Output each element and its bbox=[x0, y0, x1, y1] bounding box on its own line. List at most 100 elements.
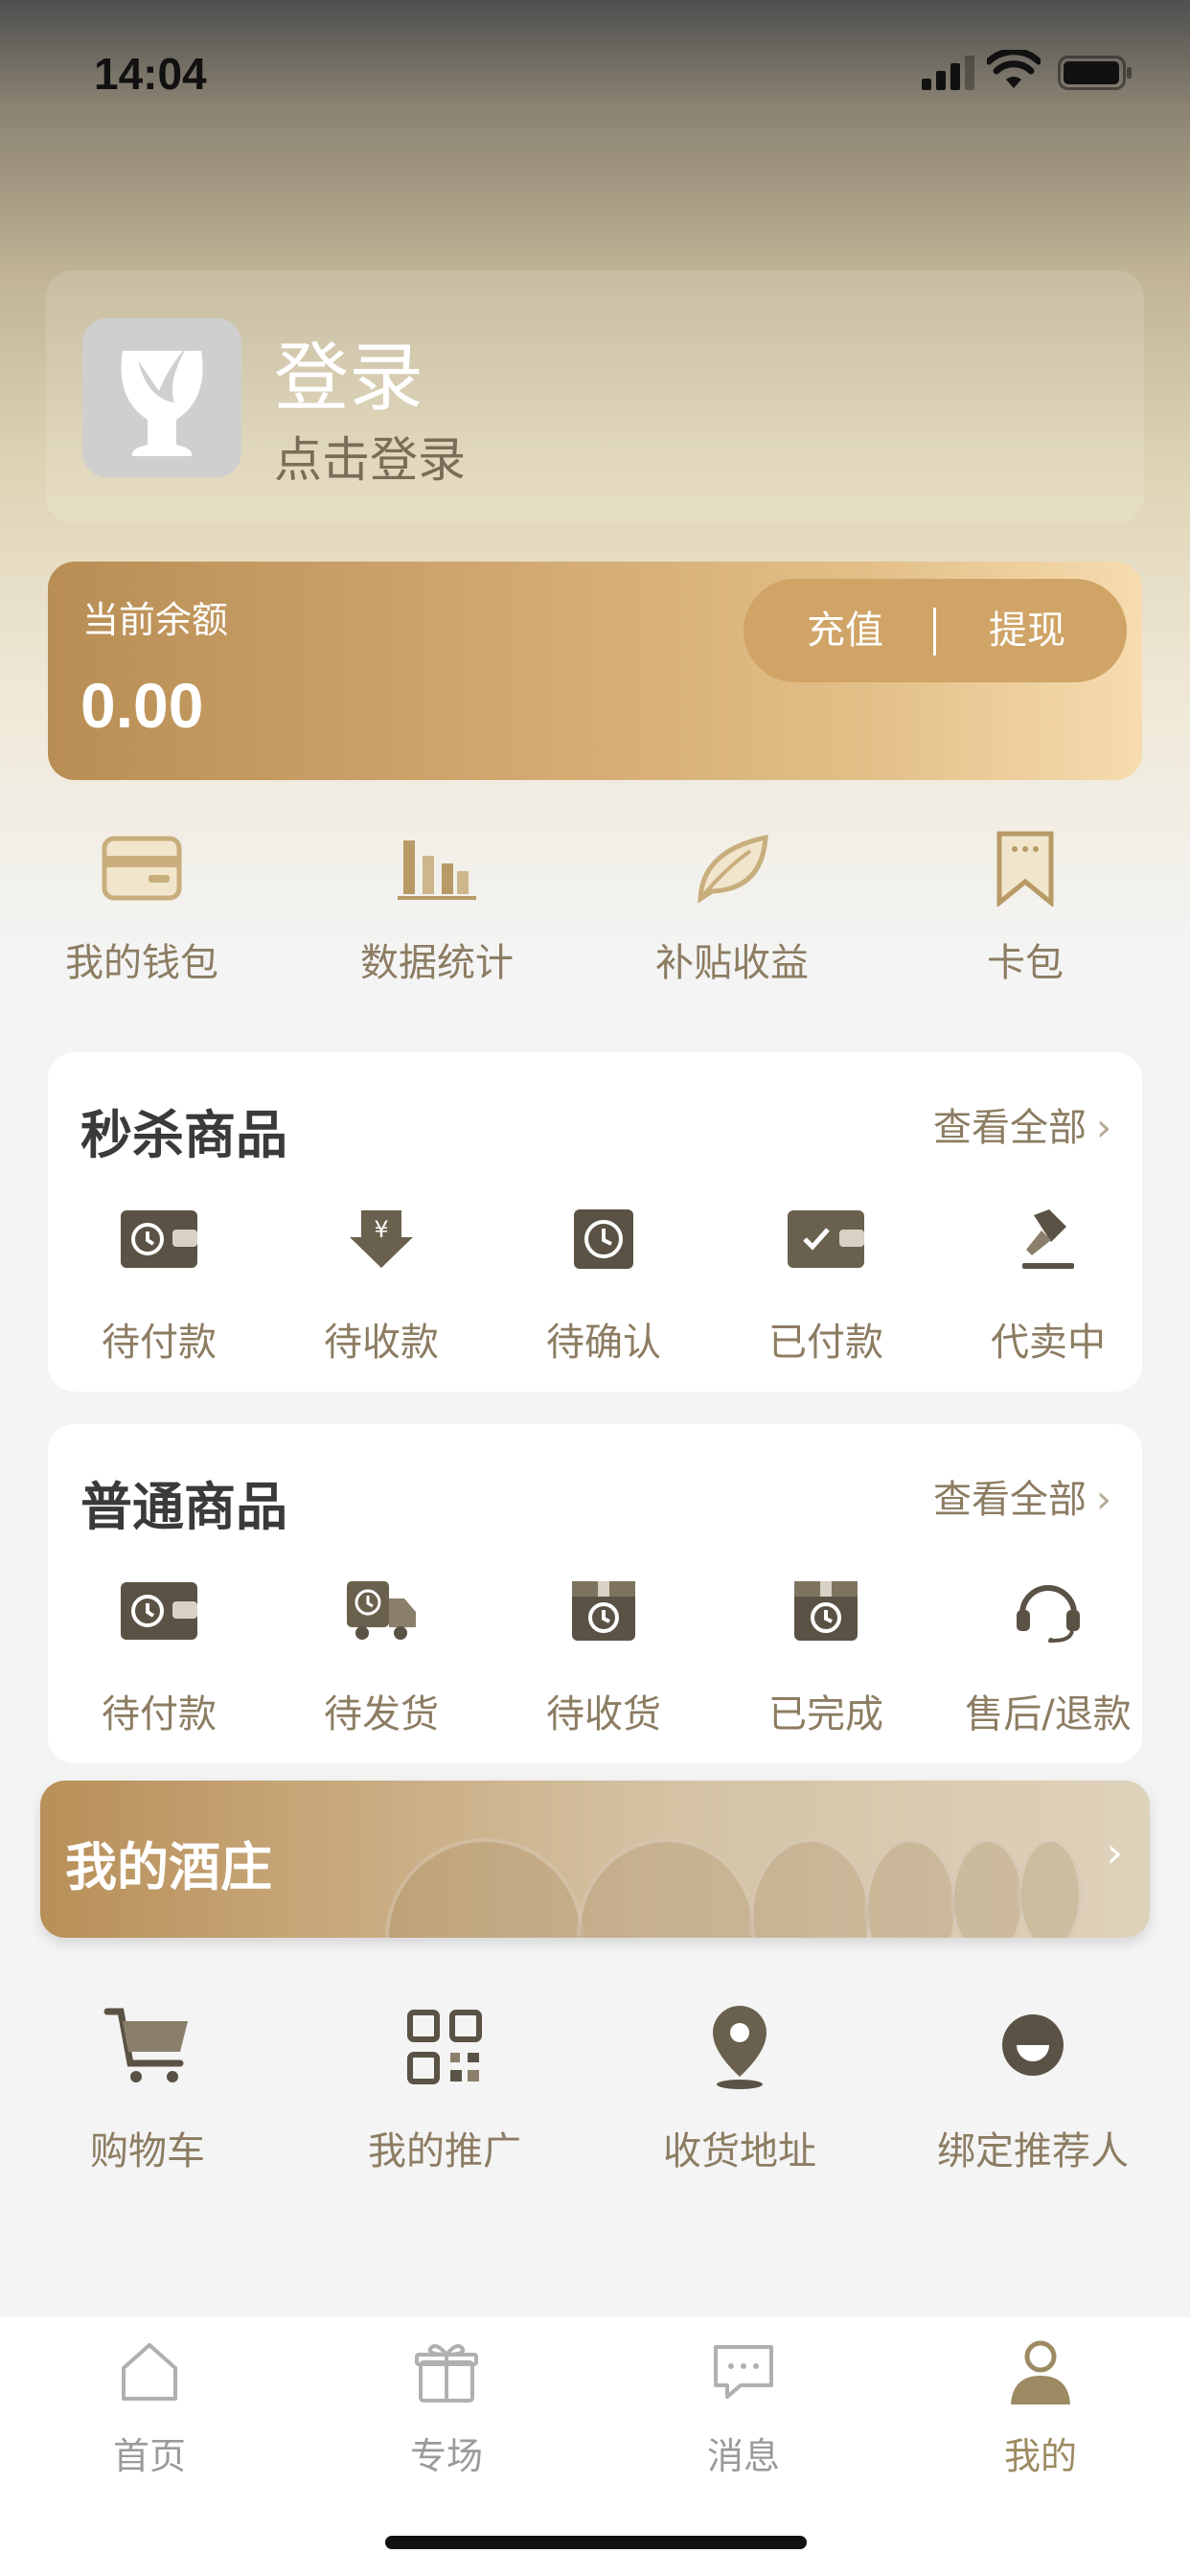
order-label: 待确认 bbox=[546, 1321, 661, 1365]
tool-label: 我的推广 bbox=[368, 2129, 521, 2174]
quick-link-label: 补贴收益 bbox=[655, 941, 809, 985]
bar-chart-icon bbox=[398, 840, 476, 900]
normal-pending-shipment[interactable]: 待发货 bbox=[270, 1568, 492, 1738]
truck-icon bbox=[347, 1581, 416, 1640]
order-label: 代卖中 bbox=[991, 1321, 1106, 1365]
order-label: 售后/退款 bbox=[965, 1692, 1132, 1736]
profile-icon bbox=[1011, 2340, 1070, 2404]
home-indicator[interactable] bbox=[385, 2536, 807, 2549]
flash-consigning[interactable]: 代卖中 bbox=[937, 1196, 1159, 1367]
wallet-clock-icon bbox=[121, 1210, 197, 1268]
balance-actions: 充值 提现 bbox=[744, 579, 1127, 682]
signal-icon bbox=[922, 56, 974, 90]
winery-title: 我的酒庄 bbox=[65, 1837, 272, 1898]
order-label: 待发货 bbox=[324, 1692, 439, 1736]
tool-bind-referrer[interactable]: 绑定推荐人 bbox=[889, 2001, 1177, 2175]
order-label: 待收货 bbox=[546, 1692, 661, 1736]
box-clock-icon bbox=[572, 1581, 635, 1641]
flash-pending-confirm[interactable]: 待确认 bbox=[492, 1196, 715, 1367]
leaf-icon bbox=[698, 834, 768, 904]
view-all-label: 查看全部 bbox=[933, 1478, 1087, 1522]
wine-glass-logo-icon bbox=[121, 345, 203, 456]
card-bookmark-icon bbox=[996, 831, 1054, 907]
actions-divider bbox=[933, 608, 936, 656]
order-label: 待收款 bbox=[324, 1321, 439, 1365]
normal-after-sales[interactable]: 售后/退款 bbox=[937, 1568, 1159, 1738]
flash-pending-payment[interactable]: 待付款 bbox=[48, 1196, 270, 1367]
withdraw-button[interactable]: 提现 bbox=[941, 579, 1113, 682]
login-card[interactable]: 登录 点击登录 bbox=[46, 270, 1144, 523]
normal-goods-view-all[interactable]: 查看全部 › bbox=[933, 1468, 1111, 1524]
tool-promotion[interactable]: 我的推广 bbox=[301, 2001, 588, 2175]
user-bind-icon bbox=[1002, 2014, 1064, 2076]
chevron-right-icon: › bbox=[1096, 1478, 1111, 1522]
box-done-icon bbox=[794, 1581, 858, 1641]
quick-link-label: 我的钱包 bbox=[65, 941, 218, 985]
balance-card: 当前余额 0.00 充值 提现 bbox=[48, 562, 1142, 780]
tab-home[interactable]: 首页 bbox=[54, 2334, 245, 2479]
wifi-icon bbox=[987, 50, 1041, 88]
quick-link-statistics[interactable]: 数据统计 bbox=[312, 822, 561, 987]
tool-label: 收货地址 bbox=[663, 2129, 816, 2174]
normal-pending-receipt[interactable]: 待收货 bbox=[492, 1568, 715, 1738]
order-label: 已付款 bbox=[768, 1321, 883, 1365]
quick-link-wallet[interactable]: 我的钱包 bbox=[17, 822, 266, 987]
barrel-decoration bbox=[385, 1838, 584, 1938]
tab-label: 消息 bbox=[706, 2435, 780, 2477]
order-label: 已完成 bbox=[768, 1692, 883, 1736]
yuan-arrow-icon: ¥ bbox=[350, 1210, 413, 1268]
tab-label: 首页 bbox=[112, 2435, 186, 2477]
quick-link-subsidy[interactable]: 补贴收益 bbox=[607, 822, 857, 987]
location-pin-icon bbox=[713, 2006, 767, 2089]
tab-messages[interactable]: 消息 bbox=[648, 2334, 839, 2479]
order-label: 待付款 bbox=[102, 1692, 217, 1736]
auction-hammer-icon bbox=[1022, 1209, 1074, 1269]
chevron-right-icon: › bbox=[1096, 1106, 1111, 1150]
quick-link-label: 数据统计 bbox=[360, 941, 514, 985]
status-time: 14:04 bbox=[94, 49, 207, 99]
tool-cart[interactable]: 购物车 bbox=[4, 2001, 291, 2175]
flash-sale-title: 秒杀商品 bbox=[80, 1105, 287, 1165]
quick-links: 我的钱包 数据统计 补贴收益 卡包 bbox=[0, 822, 1190, 995]
tools-row: 购物车 我的推广 收货地址 绑定推荐人 bbox=[0, 2001, 1190, 2183]
wallet-clock-icon bbox=[121, 1582, 197, 1640]
view-all-label: 查看全部 bbox=[933, 1106, 1087, 1150]
svg-text:¥: ¥ bbox=[374, 1216, 388, 1243]
balance-value: 0.00 bbox=[80, 670, 204, 741]
barrel-decoration bbox=[864, 1838, 958, 1938]
wallet-icon bbox=[102, 836, 182, 901]
flash-paid[interactable]: 已付款 bbox=[715, 1196, 937, 1367]
flash-sale-view-all[interactable]: 查看全部 › bbox=[933, 1096, 1111, 1152]
status-bar: 14:04 bbox=[0, 0, 1190, 144]
battery-icon bbox=[1058, 56, 1132, 90]
home-icon bbox=[122, 2343, 177, 2401]
normal-goods-card: 普通商品 查看全部 › 待付款 待发货 待收货 已完成 售后/退款 bbox=[48, 1424, 1142, 1763]
message-icon bbox=[714, 2345, 773, 2399]
barrel-decoration bbox=[950, 1838, 1025, 1938]
login-title[interactable]: 登录 bbox=[274, 318, 423, 426]
tool-label: 购物车 bbox=[90, 2129, 205, 2174]
tab-label: 我的 bbox=[1003, 2435, 1077, 2477]
avatar[interactable] bbox=[82, 318, 241, 477]
cart-icon bbox=[103, 2008, 188, 2082]
gift-icon bbox=[415, 2344, 478, 2403]
quick-link-label: 卡包 bbox=[987, 941, 1064, 985]
tab-profile[interactable]: 我的 bbox=[945, 2334, 1136, 2479]
normal-completed[interactable]: 已完成 bbox=[715, 1568, 937, 1738]
barrel-decoration bbox=[1018, 1838, 1083, 1938]
normal-pending-payment[interactable]: 待付款 bbox=[48, 1568, 270, 1738]
tool-address[interactable]: 收货地址 bbox=[596, 2001, 883, 2175]
login-subtitle[interactable]: 点击登录 bbox=[274, 422, 466, 491]
barrel-decoration bbox=[749, 1838, 872, 1938]
tab-special[interactable]: 专场 bbox=[351, 2334, 542, 2479]
winery-banner[interactable]: 我的酒庄 › bbox=[40, 1781, 1150, 1938]
wallet-check-icon bbox=[788, 1210, 864, 1268]
balance-label: 当前余额 bbox=[82, 599, 229, 641]
quick-link-cards[interactable]: 卡包 bbox=[901, 822, 1150, 987]
clock-icon bbox=[574, 1209, 633, 1269]
flash-pending-receipt[interactable]: ¥ 待收款 bbox=[270, 1196, 492, 1367]
headset-icon bbox=[1017, 1585, 1080, 1643]
recharge-button[interactable]: 充值 bbox=[759, 579, 931, 682]
tab-label: 专场 bbox=[409, 2435, 483, 2477]
order-label: 待付款 bbox=[102, 1321, 217, 1365]
